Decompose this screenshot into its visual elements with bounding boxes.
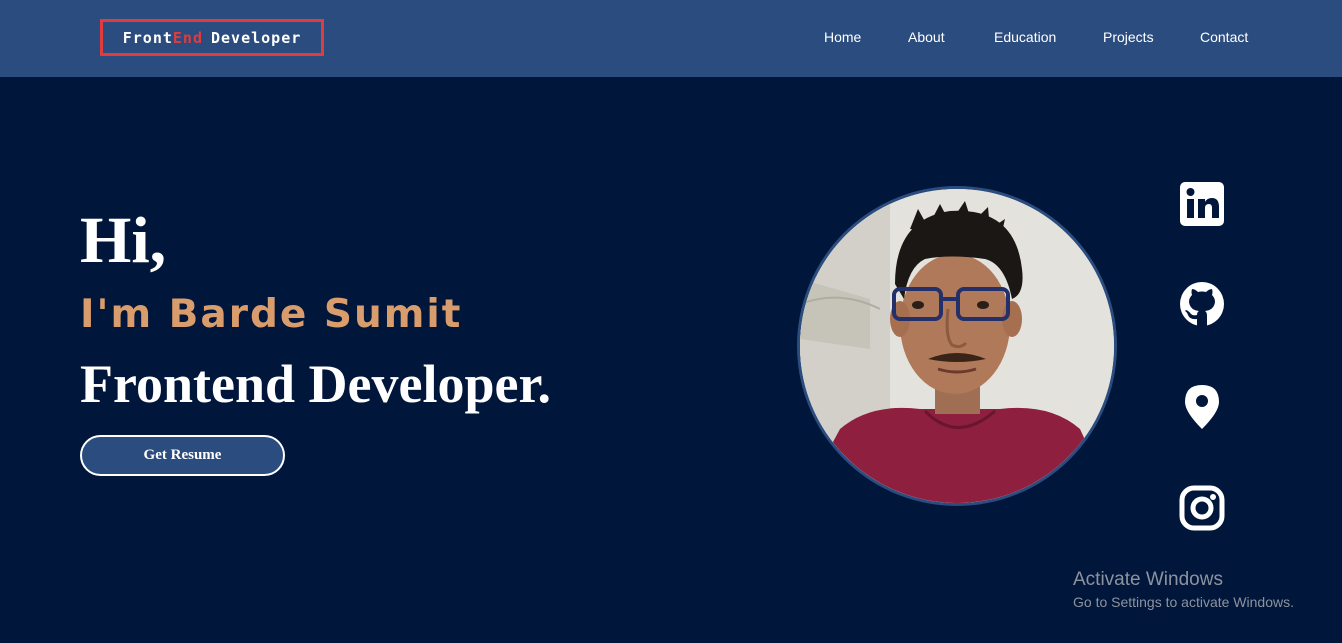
activate-windows-subtitle: Go to Settings to activate Windows. bbox=[1073, 594, 1294, 610]
instagram-icon[interactable] bbox=[1178, 484, 1226, 532]
profile-avatar bbox=[797, 186, 1117, 506]
activate-windows-title: Activate Windows bbox=[1073, 569, 1223, 590]
location-pin-icon[interactable] bbox=[1178, 383, 1226, 431]
logo-text-front: Front bbox=[122, 28, 173, 47]
logo-text-developer: Developer bbox=[210, 28, 302, 47]
hero-greeting: Hi, bbox=[80, 204, 167, 277]
hero-name: I'm Barde Sumit bbox=[80, 292, 463, 337]
nav-contact[interactable]: Contact bbox=[1200, 29, 1248, 45]
linkedin-icon[interactable] bbox=[1178, 180, 1226, 228]
nav-about[interactable]: About bbox=[908, 29, 945, 45]
logo-text-end: End bbox=[172, 28, 203, 47]
hero-role: Frontend Developer. bbox=[80, 354, 551, 414]
nav-projects[interactable]: Projects bbox=[1103, 29, 1154, 45]
nav-home[interactable]: Home bbox=[824, 29, 861, 45]
site-logo[interactable]: Front End Developer bbox=[100, 19, 324, 56]
nav-education[interactable]: Education bbox=[994, 29, 1056, 45]
site-header: Front End Developer Home About Education P… bbox=[0, 0, 1342, 77]
get-resume-button[interactable]: Get Resume bbox=[80, 435, 285, 476]
github-icon[interactable] bbox=[1178, 280, 1226, 328]
